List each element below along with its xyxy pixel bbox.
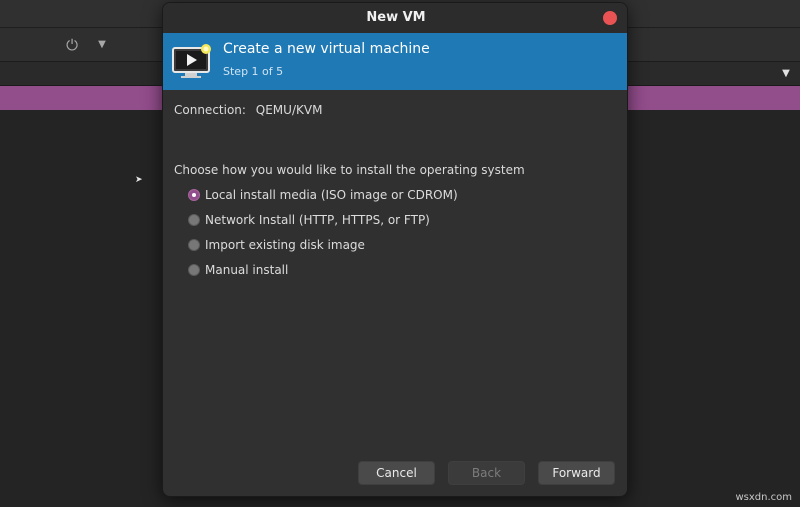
radio-button[interactable]	[188, 214, 200, 226]
dialog-title: New VM	[366, 10, 426, 25]
cancel-button[interactable]: Cancel	[358, 461, 435, 485]
radio-manual-install[interactable]: Manual install	[188, 261, 288, 279]
virtual-machine-icon	[172, 44, 211, 78]
power-icon[interactable]: ⏻	[62, 35, 82, 55]
radio-label: Network Install (HTTP, HTTPS, or FTP)	[205, 213, 430, 227]
banner-step: Step 1 of 5	[223, 65, 284, 78]
close-button[interactable]	[603, 11, 617, 25]
chevron-down-icon[interactable]: ▼	[778, 65, 794, 83]
dialog-titlebar[interactable]: New VM	[163, 3, 627, 33]
radio-label: Local install media (ISO image or CDROM)	[205, 188, 458, 202]
radio-button-checked[interactable]	[188, 189, 200, 201]
radio-network-install[interactable]: Network Install (HTTP, HTTPS, or FTP)	[188, 211, 430, 229]
forward-button[interactable]: Forward	[538, 461, 615, 485]
radio-button[interactable]	[188, 264, 200, 276]
radio-local-install[interactable]: Local install media (ISO image or CDROM)	[188, 186, 458, 204]
radio-import-disk[interactable]: Import existing disk image	[188, 236, 365, 254]
mouse-cursor-icon: ➤	[135, 175, 143, 185]
banner-title: Create a new virtual machine	[223, 41, 430, 57]
watermark: wsxdn.com	[735, 492, 792, 503]
radio-label: Import existing disk image	[205, 238, 365, 252]
radio-label: Manual install	[205, 263, 289, 277]
back-button[interactable]: Back	[448, 461, 525, 485]
new-vm-dialog: New VM Create a new virtual machine Step…	[162, 2, 628, 497]
connection-label: Connection:	[174, 103, 246, 117]
wizard-banner: Create a new virtual machine Step 1 of 5	[163, 33, 627, 90]
install-method-question: Choose how you would like to install the…	[174, 163, 525, 177]
connection-value: QEMU/KVM	[255, 103, 323, 117]
radio-button[interactable]	[188, 239, 200, 251]
chevron-down-icon[interactable]: ▼	[94, 35, 110, 55]
connection-info: Connection: QEMU/KVM	[174, 103, 322, 117]
